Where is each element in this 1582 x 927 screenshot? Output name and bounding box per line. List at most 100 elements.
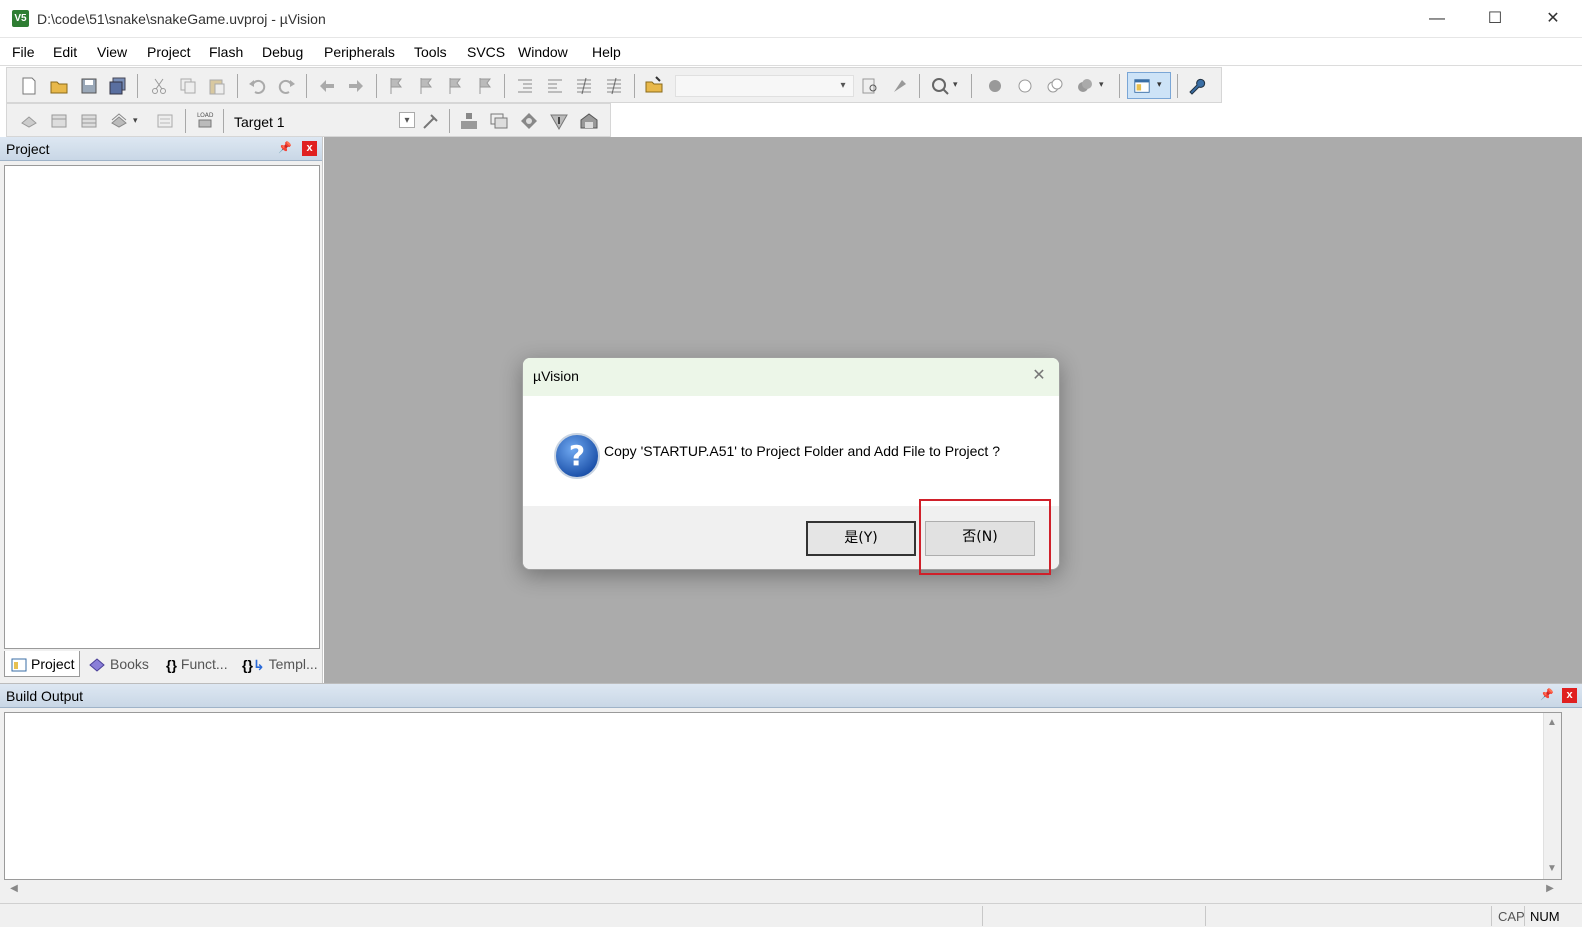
build-output-close-button[interactable]: x	[1562, 688, 1577, 703]
pin-icon[interactable]: 📌	[1540, 688, 1554, 702]
tab-templates-label: Templ...	[268, 656, 318, 672]
build-output-text[interactable]: ▲ ▼	[4, 712, 1562, 880]
build-icon[interactable]	[49, 111, 69, 131]
insert-breakpoint-icon[interactable]	[985, 76, 1005, 96]
menu-file[interactable]: File	[12, 44, 35, 60]
minimize-button[interactable]: —	[1408, 0, 1466, 38]
chevron-down-icon[interactable]: ▾	[835, 78, 851, 94]
open-folder-icon[interactable]	[49, 76, 69, 96]
scroll-down-arrow-icon[interactable]: ▼	[1544, 861, 1560, 877]
download-load-icon[interactable]: LOAD	[195, 110, 215, 130]
save-all-icon[interactable]	[108, 76, 128, 96]
no-button[interactable]: 否(N)	[925, 521, 1035, 556]
paste-icon[interactable]	[207, 76, 227, 96]
chevron-down-icon[interactable]: ▾	[133, 115, 138, 126]
clear-bookmarks-icon[interactable]	[475, 76, 495, 96]
file-toolbar: ▾ ▾ ▾ ▾	[6, 67, 1222, 103]
copy-startup-dialog: µVision ✕ ? Copy 'STARTUP.A51' to Projec…	[522, 357, 1060, 570]
comment-icon[interactable]	[574, 76, 594, 96]
dialog-close-button[interactable]: ✕	[1029, 366, 1049, 386]
pin-icon[interactable]: 📌	[278, 141, 292, 155]
copy-icon[interactable]	[178, 76, 198, 96]
pack-installer-icon[interactable]	[549, 111, 569, 131]
dialog-title: µVision	[533, 368, 579, 384]
unindent-icon[interactable]	[545, 76, 565, 96]
scroll-left-arrow-icon[interactable]: ◀	[6, 881, 22, 897]
svg-text:?: ?	[569, 439, 585, 472]
tab-books-label: Books	[110, 656, 149, 672]
select-packs-icon[interactable]	[489, 111, 509, 131]
prev-bookmark-icon[interactable]	[416, 76, 436, 96]
tab-project-label: Project	[31, 656, 75, 672]
dialog-titlebar: µVision ✕	[523, 358, 1059, 396]
menu-tools[interactable]: Tools	[414, 44, 447, 60]
window-layout-icon	[1134, 79, 1150, 93]
project-panel-tabs: Project Books {} Funct... {}↳ Templ...	[4, 649, 320, 679]
project-panel-close-button[interactable]: x	[302, 141, 317, 156]
debug-session-icon[interactable]	[930, 76, 950, 96]
navigate-forward-icon[interactable]	[346, 76, 366, 96]
incremental-find-icon[interactable]	[890, 76, 910, 96]
target-select[interactable]: Target 1 ▾	[229, 110, 417, 132]
menu-project[interactable]: Project	[147, 44, 191, 60]
tab-functions-label: Funct...	[180, 656, 228, 672]
tab-project[interactable]: Project	[4, 651, 80, 677]
target-options-icon[interactable]	[421, 111, 441, 131]
scroll-up-arrow-icon[interactable]: ▲	[1544, 715, 1560, 731]
new-file-icon[interactable]	[19, 76, 39, 96]
find-icon[interactable]	[860, 76, 880, 96]
menu-edit[interactable]: Edit	[53, 44, 77, 60]
next-bookmark-icon[interactable]	[445, 76, 465, 96]
project-panel: Project 📌 x Project Books {} Funct... {}↳…	[0, 137, 323, 683]
chevron-down-icon[interactable]: ▾	[1099, 79, 1104, 90]
translate-icon[interactable]	[19, 111, 39, 131]
stop-build-icon[interactable]	[155, 111, 175, 131]
find-in-files-icon[interactable]	[644, 75, 664, 95]
disable-breakpoints-icon[interactable]	[1045, 76, 1065, 96]
dialog-footer: 是(Y) 否(N)	[523, 506, 1059, 569]
manage-project-items-icon[interactable]	[459, 111, 479, 131]
project-panel-title: Project	[6, 141, 50, 157]
kill-breakpoints-icon[interactable]	[1075, 76, 1095, 96]
build-output-title: Build Output	[6, 688, 84, 704]
menu-svcs[interactable]: SVCS	[467, 44, 505, 60]
functions-tab-icon: {}	[166, 657, 177, 674]
manage-rte-icon[interactable]	[519, 111, 539, 131]
tab-templates[interactable]: {}↳ Templ...	[242, 651, 320, 677]
menu-debug[interactable]: Debug	[262, 44, 303, 60]
books-tab-icon	[89, 658, 105, 672]
menu-flash[interactable]: Flash	[209, 44, 243, 60]
build-output-hscrollbar[interactable]: ◀ ▶	[4, 880, 1562, 898]
menu-view[interactable]: View	[97, 44, 127, 60]
cut-icon[interactable]	[149, 76, 169, 96]
batch-build-icon[interactable]	[109, 111, 129, 131]
indent-icon[interactable]	[515, 76, 535, 96]
bookmark-icon[interactable]	[386, 76, 406, 96]
enable-breakpoint-icon[interactable]	[1015, 76, 1035, 96]
redo-icon[interactable]	[277, 76, 297, 96]
undo-icon[interactable]	[247, 76, 267, 96]
manage-components-icon[interactable]	[579, 111, 599, 131]
menu-window[interactable]: Window	[518, 44, 568, 60]
window-layout-button[interactable]: ▾	[1127, 72, 1171, 99]
save-icon[interactable]	[79, 76, 99, 96]
rebuild-icon[interactable]	[79, 111, 99, 131]
maximize-button[interactable]: ☐	[1466, 0, 1524, 38]
project-tree[interactable]	[4, 165, 320, 649]
chevron-down-icon[interactable]: ▾	[399, 112, 415, 128]
configure-wrench-icon[interactable]	[1187, 76, 1207, 96]
find-combobox[interactable]: ▾	[675, 75, 854, 97]
window-titlebar: V5 D:\code\51\snake\snakeGame.uvproj - µ…	[0, 0, 1582, 38]
build-output-vscrollbar[interactable]: ▲ ▼	[1543, 713, 1561, 879]
window-title: D:\code\51\snake\snakeGame.uvproj - µVis…	[37, 11, 326, 27]
window-close-button[interactable]: ✕	[1524, 0, 1582, 38]
menu-peripherals[interactable]: Peripherals	[324, 44, 395, 60]
scroll-right-arrow-icon[interactable]: ▶	[1542, 881, 1558, 897]
yes-button[interactable]: 是(Y)	[806, 521, 916, 556]
uncomment-icon[interactable]	[604, 76, 624, 96]
tab-functions[interactable]: {} Funct...	[162, 651, 240, 677]
navigate-back-icon[interactable]	[317, 76, 337, 96]
menu-help[interactable]: Help	[592, 44, 621, 60]
chevron-down-icon[interactable]: ▾	[953, 79, 958, 90]
tab-books[interactable]: Books	[84, 651, 158, 677]
